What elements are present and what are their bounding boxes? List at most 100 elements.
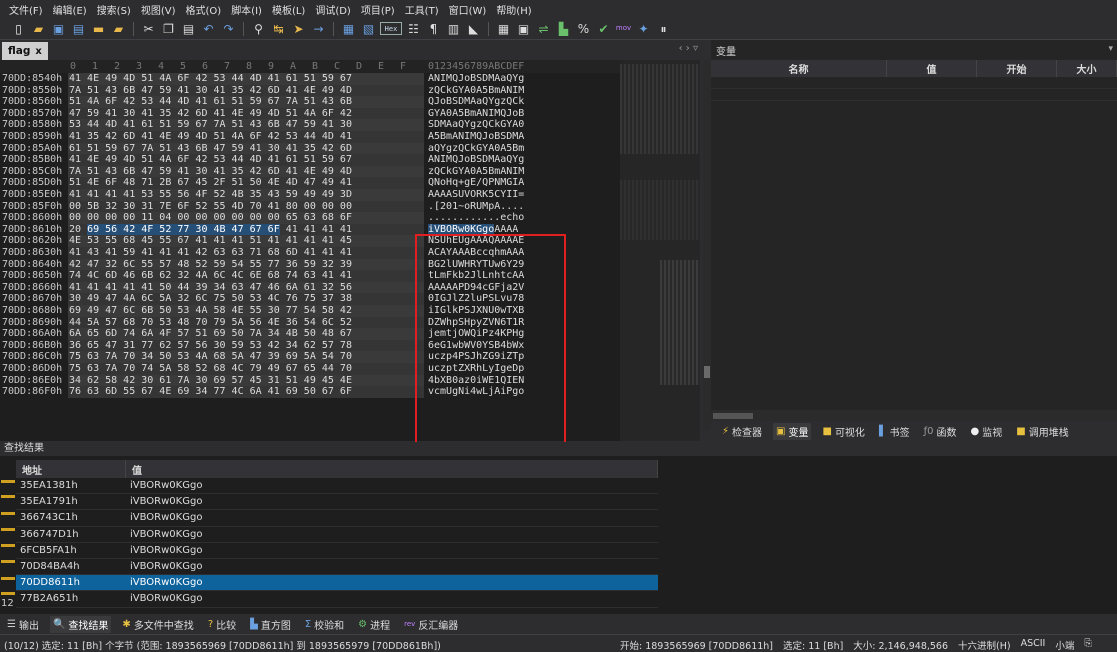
status-insert-icon[interactable]: ⎘ (1084, 638, 1092, 652)
tab-functions[interactable]: ƒ0 函数 (921, 423, 960, 440)
table-row[interactable]: 6FCB5FA1h iVBORw0KGgo (16, 543, 658, 559)
tab-callstack[interactable]: ■ 调用堆栈 (1013, 423, 1071, 440)
table-row[interactable]: 77B2A651h iVBORw0KGgo (16, 591, 658, 608)
byte-minimap[interactable] (620, 60, 700, 441)
tab-bookmarks[interactable]: ▌ 书签 (876, 423, 913, 440)
hex-row[interactable]: 70DD:8580h 53 44 4D 41 61 51 59 67 7A 51 … (0, 119, 620, 131)
tab-visualize[interactable]: ■ 可视化 (819, 423, 867, 440)
tab-inspector[interactable]: ⚡ 检查器 (719, 423, 765, 440)
table-row[interactable]: 70DD8611h iVBORw0KGgo (16, 575, 658, 592)
panel-menu-icon[interactable]: ▾ (1108, 44, 1113, 54)
row-bytes[interactable]: 41 4E 49 4D 51 4A 6F 42 53 44 4D 41 61 5… (68, 73, 424, 85)
highlight-icon[interactable]: ◣ (465, 21, 482, 37)
checksum-icon[interactable]: ✔ (595, 21, 612, 37)
menu-item[interactable]: 窗口(W) (444, 2, 492, 17)
find-icon[interactable]: ⚲ (250, 21, 267, 37)
find-next-icon[interactable]: ➤ (290, 21, 307, 37)
row-bytes[interactable]: 51 4E 6F 48 71 2B 67 45 2F 51 50 4E 4D 4… (68, 177, 424, 189)
paste-icon[interactable]: ▤ (180, 21, 197, 37)
col-start[interactable]: 开始 (977, 60, 1057, 77)
col-address[interactable]: 地址 (16, 460, 126, 478)
row-ascii[interactable]: zQCkGYA0A5BmANIM (428, 85, 524, 97)
close-icon[interactable]: x (35, 46, 41, 57)
hex-row[interactable]: 70DD:85E0h 41 41 41 41 53 55 56 4F 52 4B … (0, 189, 620, 201)
split-icon[interactable]: ▥ (445, 21, 462, 37)
scrollbar-thumb[interactable] (713, 413, 753, 419)
tab-nav-arrows-icon[interactable]: ‹ › ▿ (679, 43, 698, 54)
tab-output[interactable]: ☰ 输出 (4, 616, 42, 633)
menu-item[interactable]: 工具(T) (400, 2, 444, 17)
hex-row[interactable]: 70DD:8600h 00 00 00 00 11 04 00 00 00 00 … (0, 212, 620, 224)
replace-icon[interactable]: ↹ (270, 21, 287, 37)
row-bytes[interactable]: 41 41 41 41 41 50 44 39 34 63 47 46 6A 6… (68, 281, 424, 294)
row-bytes[interactable]: 30 49 47 4A 6C 5A 32 6C 75 50 53 4C 76 7… (68, 293, 424, 305)
hex-mode-button[interactable]: Hex (380, 22, 402, 35)
table-row[interactable]: 35EA1791h iVBORw0KGgo (16, 494, 658, 511)
menu-item[interactable]: 搜索(S) (92, 2, 136, 17)
row-ascii[interactable]: ANIMQJoBSDMAaQYg (428, 73, 524, 85)
hex-row[interactable]: 70DD:85C0h 7A 51 43 6B 47 59 41 30 41 35 … (0, 165, 620, 178)
row-bytes[interactable]: 41 35 42 6D 41 4E 49 4D 51 4A 6F 42 53 4… (68, 131, 424, 143)
hex-row[interactable]: 70DD:8570h 47 59 41 30 41 35 42 6D 41 4E … (0, 107, 620, 120)
menu-item[interactable]: 项目(P) (356, 2, 400, 17)
menu-item[interactable]: 视图(V) (136, 2, 181, 17)
row-ascii[interactable]: SDMAaQYgzQCkGYA0 (428, 119, 524, 131)
col-value[interactable]: 值 (887, 60, 977, 77)
menu-item[interactable]: 文件(F) (4, 2, 48, 17)
row-ascii[interactable]: QNoHq+gE/QPNMGIA (428, 177, 524, 189)
goto-icon[interactable]: → (310, 21, 327, 37)
status-mode[interactable]: 十六进制(H) (958, 638, 1011, 652)
row-bytes[interactable]: 36 65 47 31 77 62 57 56 30 59 53 42 34 6… (68, 339, 424, 352)
hex-row[interactable]: 70DD:8540h 41 4E 49 4D 51 4A 6F 42 53 44 … (0, 73, 620, 85)
row-bytes[interactable]: 41 41 41 41 53 55 56 4F 52 4B 35 43 59 4… (68, 189, 424, 201)
row-ascii[interactable]: zQCkGYA0A5BmANIM (428, 166, 524, 178)
copy-icon[interactable]: ❐ (160, 21, 177, 37)
pause-icon[interactable]: ⏸ (655, 21, 672, 37)
col-size[interactable]: 大小 (1057, 60, 1117, 77)
new-file-icon[interactable]: ▯ (10, 21, 27, 37)
base-convert-icon[interactable]: ✦ (635, 21, 652, 37)
hex-row[interactable]: 70DD:8590h 41 35 42 6D 41 4E 49 4D 51 4A … (0, 131, 620, 143)
save-icon[interactable]: ▣ (50, 21, 67, 37)
hex-row[interactable]: 70DD:8560h 51 4A 6F 42 53 44 4D 41 61 51 … (0, 96, 620, 108)
paragraph-icon[interactable]: ¶ (425, 21, 442, 37)
col-value[interactable]: 值 (126, 460, 658, 478)
mov-icon[interactable]: mov (615, 21, 632, 37)
template-icon[interactable]: ▧ (360, 21, 377, 37)
row-ascii[interactable]: aQYgzQCkGYA0A5Bm (428, 143, 524, 155)
histogram-icon[interactable]: ▙ (555, 21, 572, 37)
row-bytes[interactable]: 34 62 58 42 30 61 7A 30 69 57 45 31 51 4… (68, 374, 424, 387)
row-bytes[interactable]: 51 4A 6F 42 53 44 4D 41 61 51 59 67 7A 5… (68, 96, 424, 108)
menu-item[interactable]: 调试(D) (310, 2, 356, 17)
row-bytes[interactable]: 00 5B 32 30 31 7E 6F 52 55 4D 70 41 80 0… (68, 200, 424, 213)
row-bytes[interactable]: 53 44 4D 41 61 51 59 67 7A 51 43 6B 47 5… (68, 119, 424, 131)
row-bytes[interactable]: 00 00 00 00 11 04 00 00 00 00 00 00 65 6… (68, 212, 424, 224)
col-name[interactable]: 名称 (711, 60, 887, 77)
row-bytes[interactable]: 69 49 47 6C 6B 50 53 4A 58 4E 55 30 77 5… (68, 305, 424, 317)
status-charset[interactable]: ASCII (1021, 638, 1046, 652)
menu-item[interactable]: 格式(O) (181, 2, 227, 17)
menu-item[interactable]: 脚本(I) (226, 2, 267, 17)
tab-checksum[interactable]: Σ 校验和 (302, 616, 347, 633)
hex-row[interactable]: 70DD:85A0h 61 51 59 67 7A 51 43 6B 47 59 … (0, 142, 620, 155)
hex-editor[interactable]: 0 1 2 3 4 5 6 7 8 9 A B C D E F 0123456789ABCDEF 70DD:85… (0, 60, 700, 441)
tab-watch[interactable]: ● 监视 (968, 423, 1006, 440)
row-bytes[interactable]: 6A 65 6D 74 6A 4F 57 51 69 50 7A 34 4B 5… (68, 328, 424, 340)
columns-icon[interactable]: ☷ (405, 21, 422, 37)
table-row[interactable]: 70D84BA4h iVBORw0KGgo (16, 559, 658, 576)
hex-row[interactable]: 70DD:85D0h 51 4E 6F 48 71 2B 67 45 2F 51 … (0, 177, 620, 189)
row-ascii[interactable]: GYA0A5BmANIMQJoB (428, 108, 524, 120)
hex-row[interactable]: 70DD:8550h 7A 51 43 6B 47 59 41 30 41 35 … (0, 84, 620, 97)
row-bytes[interactable]: 76 63 6D 55 67 4E 69 34 77 4C 6A 41 69 5… (68, 386, 424, 398)
row-bytes[interactable]: 75 63 7A 70 34 50 53 4A 68 5A 47 39 69 5… (68, 351, 424, 363)
redo-icon[interactable]: ↷ (220, 21, 237, 37)
menu-item[interactable]: 编辑(E) (48, 2, 92, 17)
tab-compare[interactable]: ? 比较 (205, 616, 239, 633)
script-icon[interactable]: ▣ (515, 21, 532, 37)
tab-histogram[interactable]: ▙ 直方图 (247, 616, 294, 633)
tab-find-in-files[interactable]: ✱ 多文件中查找 (119, 616, 196, 633)
percent-icon[interactable]: % (575, 21, 592, 37)
row-bytes[interactable]: 4E 53 55 68 45 55 67 41 41 41 51 41 41 4… (68, 235, 424, 247)
table-row[interactable]: 35EA1381h iVBORw0KGgo (16, 478, 658, 495)
tab-find-results[interactable]: 🔍 查找结果 (49, 615, 112, 633)
